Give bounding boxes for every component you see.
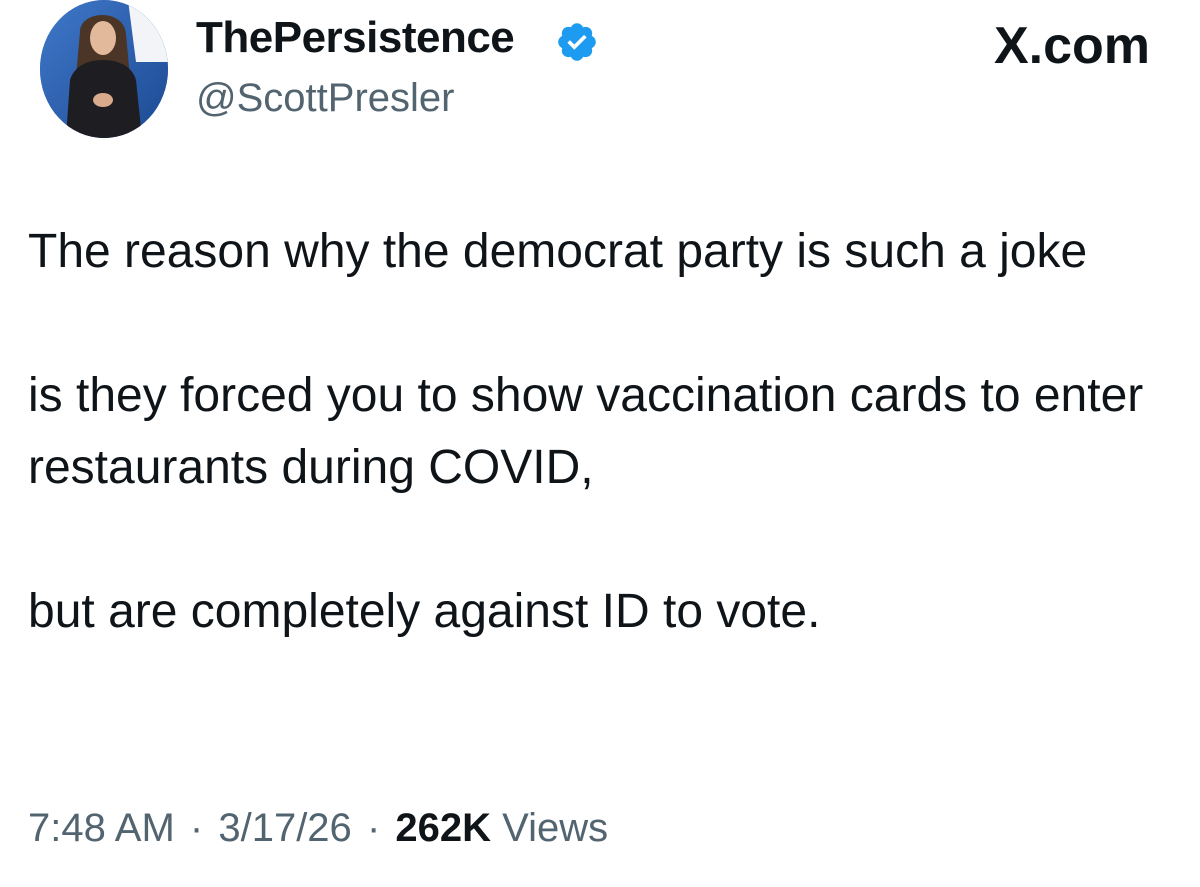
tweet-date[interactable]: 3/17/26 xyxy=(218,806,351,850)
tweet-time[interactable]: 7:48 AM xyxy=(28,806,175,850)
verified-badge-icon xyxy=(558,23,596,61)
views-count[interactable]: 262K xyxy=(395,806,491,850)
meta-separator: · xyxy=(366,806,381,850)
author-handle[interactable]: @ScottPresler xyxy=(196,72,454,124)
tweet-meta: 7:48 AM · 3/17/26 · 262K Views xyxy=(28,800,608,856)
views-label: Views xyxy=(502,806,609,850)
tweet-paragraph: but are completely against ID to vote. xyxy=(28,585,821,638)
source-label: X.com xyxy=(993,17,1150,75)
tweet-paragraph: is they forced you to show vaccination c… xyxy=(28,369,1144,494)
meta-separator: · xyxy=(189,806,204,850)
author-display-name[interactable]: ThePersistence xyxy=(196,10,515,66)
tweet-paragraph: The reason why the democrat party is suc… xyxy=(28,225,1088,278)
profile-photo-icon xyxy=(40,0,168,138)
tweet-text: The reason why the democrat party is suc… xyxy=(28,216,1178,648)
avatar[interactable] xyxy=(40,0,168,138)
